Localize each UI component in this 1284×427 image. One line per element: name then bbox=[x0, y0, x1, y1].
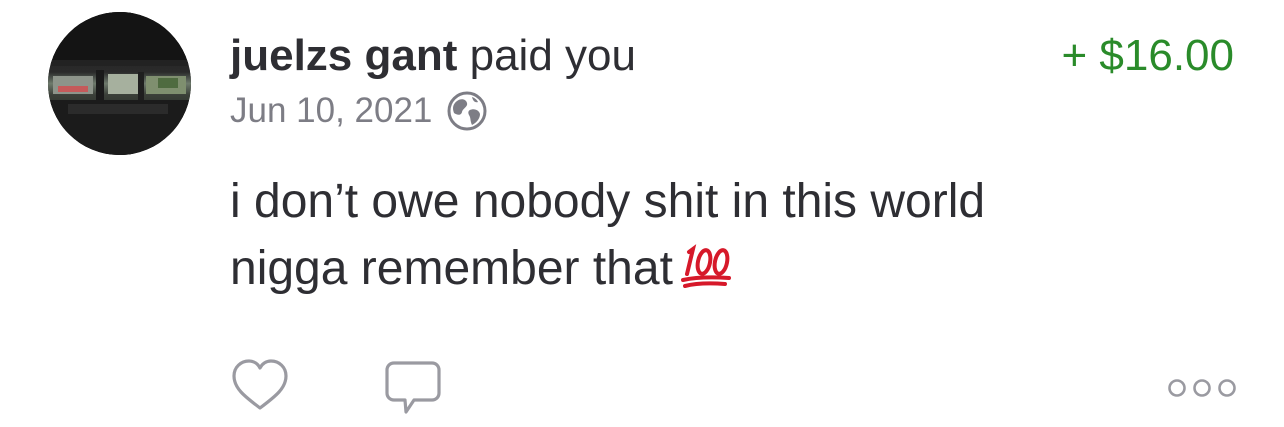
more-options-button[interactable] bbox=[1167, 378, 1239, 398]
avatar[interactable] bbox=[48, 12, 191, 155]
comment-icon bbox=[385, 361, 441, 414]
action-text: paid you bbox=[469, 31, 636, 80]
note-text: nigga remember that bbox=[230, 242, 673, 295]
story-header: juelzs gant paid you bbox=[230, 30, 636, 82]
transaction-amount: + $16.00 bbox=[1061, 31, 1235, 80]
note-line: i don’t owe nobody shit in this world bbox=[230, 175, 986, 228]
hundred-points-emoji bbox=[680, 244, 733, 290]
comment-button[interactable] bbox=[384, 360, 442, 416]
more-icon bbox=[1168, 379, 1236, 397]
avatar-image bbox=[48, 12, 191, 155]
heart-icon bbox=[232, 359, 288, 410]
action-bar bbox=[0, 358, 1284, 418]
like-button[interactable] bbox=[230, 358, 290, 414]
transaction-date: Jun 10, 2021 bbox=[230, 91, 433, 130]
globe-icon bbox=[446, 90, 488, 132]
payment-note: i don’t owe nobody shit in this world ni… bbox=[230, 168, 1210, 302]
note-line: nigga remember that bbox=[230, 235, 1210, 302]
actor-name[interactable]: juelzs gant bbox=[230, 31, 457, 80]
date-row: Jun 10, 2021 bbox=[230, 89, 488, 133]
